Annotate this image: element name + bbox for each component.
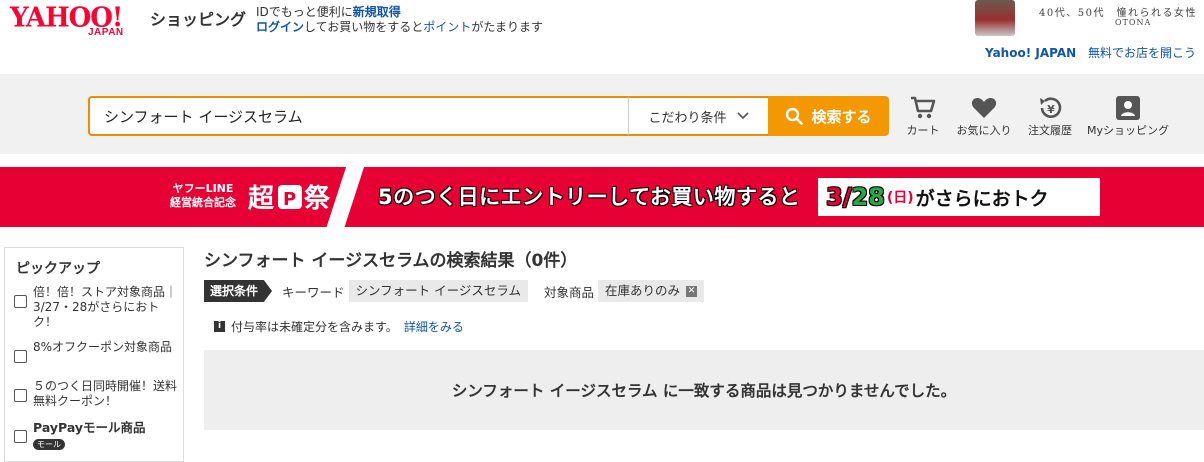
search-icon xyxy=(786,107,804,125)
points-note: i 付与率は未確定分を含みます。 詳細をみる xyxy=(214,318,464,335)
points-note-text: 付与率は未確定分を含みます。 xyxy=(231,320,398,334)
checkbox[interactable] xyxy=(14,350,27,363)
banner-left-text: ヤフーLINE 経営統合記念 xyxy=(170,182,236,210)
selected-conditions: 選択条件 キーワード シンフォート イージスセラム 対象商品 在庫ありのみ ✕ xyxy=(204,279,705,303)
banner-date-weekday: (日) xyxy=(886,190,914,206)
ad-text-line2: OTONA xyxy=(1115,18,1152,27)
yahoo-japan-logo[interactable]: YAHOO! JAPAN xyxy=(10,2,146,42)
yahoo-japan-link[interactable]: Yahoo! JAPAN xyxy=(985,46,1076,60)
pickup-item-label: 8%オフクーポン対象商品 xyxy=(33,340,173,354)
pickup-item-bai-bai-store[interactable]: 倍！倍！ストア対象商品｜3/27・28がさらにおトク！ xyxy=(14,285,179,330)
logo-sub: JAPAN xyxy=(88,27,124,38)
pickup-sidebar: ピックアップ 倍！倍！ストア対象商品｜3/27・28がさらにおトク！ 8%オフク… xyxy=(4,247,184,462)
heart-icon xyxy=(971,98,997,118)
svg-text:超: 超 xyxy=(248,184,275,214)
login-prefix: IDでもっと便利に xyxy=(256,5,353,19)
svg-text:P: P xyxy=(283,189,296,210)
banner-date-month: 3/ xyxy=(826,183,852,211)
shopping-label[interactable]: ショッピング xyxy=(150,6,246,30)
nav-cart-label: カート xyxy=(906,124,940,137)
banner-left-line1: ヤフーLINE xyxy=(172,182,234,195)
pickup-item-paypay-mall[interactable]: PayPayモール商品 モール xyxy=(14,420,179,451)
paypay-mall-badge: モール xyxy=(33,439,65,450)
signup-link[interactable]: 新規取得 xyxy=(353,5,401,19)
pickup-item-8pct-coupon[interactable]: 8%オフクーポン対象商品 xyxy=(14,340,179,363)
fest-logo-icon: 超 P 祭 xyxy=(248,184,331,214)
banner-fest-logo: 超 P 祭 xyxy=(248,177,332,224)
pickup-item-label: PayPayモール商品 xyxy=(33,420,146,435)
no-results-message: シンフォート イージスセラム に一致する商品は見つかりませんでした。 xyxy=(204,350,1204,430)
close-icon[interactable]: ✕ xyxy=(686,286,698,297)
nav-orders[interactable]: ¥ 注文履歴 xyxy=(1025,94,1075,138)
search-box xyxy=(88,96,628,136)
svg-text:祭: 祭 xyxy=(303,184,331,214)
login-mid: してお買い物をすると xyxy=(304,20,424,34)
open-store-link[interactable]: 無料でお店を開こう xyxy=(1088,46,1196,60)
checkbox[interactable] xyxy=(14,295,27,308)
condition-label: こだわり条件 xyxy=(648,110,727,126)
banner-date-box: 3/28 (日) がさらにおトク xyxy=(818,178,1100,216)
keyword-chip[interactable]: シンフォート イージスセラム xyxy=(348,280,529,302)
banner-date-rest: がさらにおトク xyxy=(915,187,1049,210)
nav-my-shopping-label: Myショッピング xyxy=(1086,124,1169,137)
nav-orders-label: 注文履歴 xyxy=(1028,124,1072,137)
selected-conditions-tag: 選択条件 xyxy=(204,280,273,302)
ad-image xyxy=(975,0,1015,36)
nav-cart[interactable]: カート xyxy=(903,94,943,138)
login-suffix: がたまります xyxy=(471,20,543,34)
site-header: YAHOO! JAPAN ショッピング IDでもっと便利に新規取得 ログインして… xyxy=(0,0,1204,74)
checkbox[interactable] xyxy=(14,430,27,443)
user-account-icon xyxy=(1116,96,1140,120)
sidebar-title: ピックアップ xyxy=(16,261,100,277)
nav-favorites-label: お気に入り xyxy=(956,124,1012,137)
campaign-banner[interactable]: ヤフーLINE 経営統合記念 超 P 祭 5のつく日にエントリーしてお買い物する… xyxy=(0,167,1204,227)
header-ad-links: Yahoo! JAPAN 無料でお店を開こう xyxy=(985,44,1196,61)
checkbox[interactable] xyxy=(14,389,27,402)
nav-my-shopping[interactable]: Myショッピング xyxy=(1085,94,1171,138)
target-chip[interactable]: 在庫ありのみ ✕ xyxy=(598,280,705,302)
ad-text-line1: 40代、50代 憧れられる女性 xyxy=(1039,8,1197,19)
condition-dropdown[interactable]: こだわり条件 xyxy=(628,96,768,136)
pickup-item-label: ５のつく日同時開催！送料無料クーポン！ xyxy=(33,379,178,408)
login-prompt-line1: IDでもっと便利に新規取得 xyxy=(256,4,401,20)
info-icon: i xyxy=(214,321,225,332)
banner-date-day: 28 xyxy=(851,183,885,211)
nav-favorites[interactable]: お気に入り xyxy=(955,94,1013,138)
login-prompt-line2: ログインしてお買い物をするとポイントがたまります xyxy=(256,19,543,35)
search-bar-area: こだわり条件 検索する カート お気に入り ¥ 注文履歴 Myショッピング xyxy=(0,74,1204,154)
chevron-down-icon xyxy=(736,112,749,120)
search-results-title: シンフォート イージスセラムの検索結果（0件） xyxy=(204,251,578,271)
search-button[interactable]: 検索する xyxy=(768,96,889,136)
header-ad-banner[interactable]: 40代、50代 憧れられる女性 OTONA xyxy=(975,0,1204,40)
search-button-label: 検索する xyxy=(811,107,872,126)
banner-left-line2: 経営統合記念 xyxy=(170,196,236,209)
pickup-item-free-shipping[interactable]: ５のつく日同時開催！送料無料クーポン！ xyxy=(14,379,179,409)
pickup-item-text: PayPayモール商品 モール xyxy=(33,420,146,451)
banner-main-text: 5のつく日にエントリーしてお買い物すると xyxy=(378,185,801,209)
svg-text:¥: ¥ xyxy=(1047,103,1055,116)
points-link[interactable]: ポイント xyxy=(423,20,471,34)
cart-icon xyxy=(911,96,936,119)
search-input[interactable] xyxy=(102,98,626,134)
login-link[interactable]: ログイン xyxy=(256,20,304,34)
target-label: 対象商品 xyxy=(544,284,595,300)
no-results-text: シンフォート イージスセラム に一致する商品は見つかりませんでした。 xyxy=(451,382,957,400)
target-chip-label: 在庫ありのみ xyxy=(605,283,681,298)
pickup-item-label: 倍！倍！ストア対象商品｜3/27・28がさらにおトク！ xyxy=(33,285,178,329)
details-link[interactable]: 詳細をみる xyxy=(404,318,464,335)
keyword-label: キーワード xyxy=(282,284,345,300)
order-history-icon: ¥ xyxy=(1040,97,1062,118)
